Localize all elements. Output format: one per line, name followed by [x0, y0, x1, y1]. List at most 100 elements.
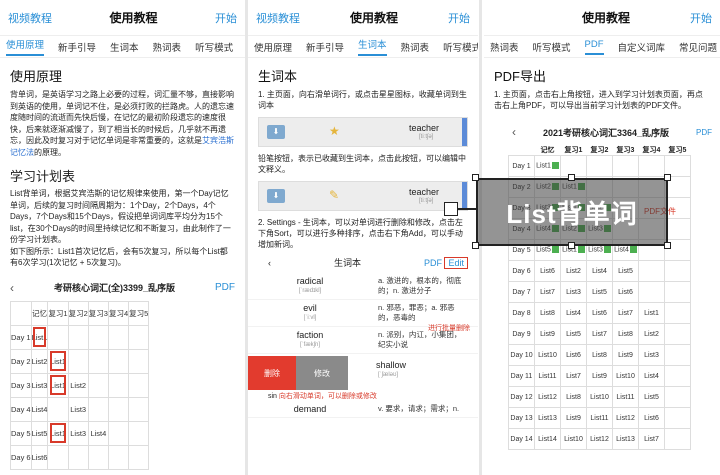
table-cell[interactable]: List10: [586, 386, 613, 408]
table-cell[interactable]: Day 11: [508, 365, 535, 387]
table-cell[interactable]: Day 12: [508, 386, 535, 408]
star-icon[interactable]: ★: [329, 124, 343, 138]
tab-principle[interactable]: 使用原理: [254, 40, 292, 54]
pdf-button[interactable]: PDF: [696, 128, 712, 137]
table-cell[interactable]: List4: [638, 365, 665, 387]
tab-pdf[interactable]: PDF: [584, 39, 604, 55]
tab-guide[interactable]: 新手引导: [306, 40, 344, 54]
tab-guide[interactable]: 新手引导: [58, 40, 96, 54]
table-cell[interactable]: List7: [586, 323, 613, 345]
table-cell[interactable]: List10: [560, 428, 587, 450]
table-cell[interactable]: List13: [534, 407, 561, 429]
table-cell[interactable]: List1: [534, 155, 561, 177]
table-cell[interactable]: List4: [586, 260, 613, 282]
table-cell[interactable]: List12: [586, 428, 613, 450]
tab-known-words[interactable]: 熟词表: [490, 40, 519, 54]
table-cell[interactable]: List12: [612, 407, 639, 429]
start-button[interactable]: 开始: [690, 10, 712, 26]
list-item[interactable]: radical [ˈrædɪkl] a. 激进的，根本的，彻底的；n. 激进分子: [248, 273, 478, 300]
pdf-button[interactable]: PDF: [424, 258, 442, 268]
resize-handle[interactable]: [568, 174, 575, 181]
tab-dictation[interactable]: 听写模式: [533, 40, 571, 54]
table-cell[interactable]: List2: [67, 372, 89, 398]
table-cell[interactable]: List1: [47, 372, 69, 398]
table-cell[interactable]: List6: [30, 444, 49, 470]
table-cell[interactable]: List4: [30, 396, 49, 422]
table-cell[interactable]: List2: [638, 323, 665, 345]
table-cell[interactable]: List5: [612, 260, 639, 282]
table-cell[interactable]: List11: [534, 365, 561, 387]
table-cell[interactable]: List5: [638, 386, 665, 408]
tab-new-words[interactable]: 生词本: [110, 40, 139, 54]
table-cell[interactable]: List9: [534, 323, 561, 345]
table-cell[interactable]: List10: [612, 365, 639, 387]
tab-principle[interactable]: 使用原理: [6, 37, 45, 56]
table-cell[interactable]: List8: [612, 323, 639, 345]
table-cell[interactable]: Day 7: [508, 281, 535, 303]
table-cell[interactable]: Day 10: [508, 344, 535, 366]
back-icon[interactable]: ‹: [268, 258, 271, 268]
resize-handle[interactable]: [472, 242, 479, 249]
resize-handle[interactable]: [664, 174, 671, 181]
table-cell[interactable]: Day 6: [10, 444, 32, 470]
table-cell[interactable]: List3: [560, 281, 587, 303]
table-cell[interactable]: List11: [612, 386, 639, 408]
table-cell[interactable]: List7: [638, 428, 665, 450]
selection-overlay[interactable]: List背单词: [476, 178, 668, 246]
table-cell[interactable]: List5: [586, 281, 613, 303]
tab-dictation[interactable]: 听写模式: [443, 40, 478, 54]
table-cell[interactable]: List3: [67, 420, 89, 446]
table-cell[interactable]: List1: [47, 348, 69, 374]
table-cell[interactable]: List8: [560, 386, 587, 408]
table-cell[interactable]: List6: [534, 260, 561, 282]
table-cell[interactable]: List7: [612, 302, 639, 324]
tab-known-words[interactable]: 熟词表: [153, 40, 182, 54]
back-icon[interactable]: ‹: [512, 125, 516, 139]
resize-handle[interactable]: [568, 242, 575, 249]
table-cell[interactable]: List6: [560, 344, 587, 366]
pencil-icon[interactable]: ✎: [329, 188, 343, 202]
table-cell[interactable]: Day 5: [10, 420, 32, 446]
tab-new-words[interactable]: 生词本: [358, 37, 387, 56]
selection-anchor[interactable]: [444, 202, 458, 216]
table-cell[interactable]: List6: [638, 407, 665, 429]
table-cell[interactable]: Day 4: [10, 396, 32, 422]
resize-handle[interactable]: [472, 174, 479, 181]
table-cell[interactable]: List14: [534, 428, 561, 450]
table-cell[interactable]: List12: [534, 386, 561, 408]
resize-handle[interactable]: [664, 242, 671, 249]
table-cell[interactable]: List7: [560, 365, 587, 387]
tab-dictation[interactable]: 听写模式: [195, 40, 233, 54]
table-cell[interactable]: List2: [30, 348, 49, 374]
table-cell[interactable]: List11: [586, 407, 613, 429]
table-cell[interactable]: List9: [586, 365, 613, 387]
video-tutorial-link[interactable]: 视频教程: [256, 10, 300, 26]
table-cell[interactable]: List8: [534, 302, 561, 324]
table-cell[interactable]: List4: [87, 420, 109, 446]
table-cell[interactable]: Day 2: [10, 348, 32, 374]
tab-known-words[interactable]: 熟词表: [401, 40, 430, 54]
table-cell[interactable]: Day 8: [508, 302, 535, 324]
start-button[interactable]: 开始: [215, 10, 237, 26]
list-item[interactable]: demand v. 要求，请求；需求；n.: [248, 401, 478, 418]
table-cell[interactable]: List10: [534, 344, 561, 366]
modify-button[interactable]: 修改: [296, 356, 348, 390]
table-cell[interactable]: List3: [30, 372, 49, 398]
table-cell[interactable]: List5: [560, 323, 587, 345]
table-cell[interactable]: Day 14: [508, 428, 535, 450]
delete-button[interactable]: 删除: [248, 356, 296, 390]
start-button[interactable]: 开始: [448, 10, 470, 26]
table-cell[interactable]: List1: [638, 302, 665, 324]
tab-custom-library[interactable]: 自定义词库: [618, 40, 666, 54]
table-cell[interactable]: List3: [638, 344, 665, 366]
table-cell[interactable]: Day 1: [508, 155, 535, 177]
table-cell[interactable]: Day 6: [508, 260, 535, 282]
table-cell[interactable]: Day 1: [10, 324, 32, 350]
table-cell[interactable]: List1: [30, 324, 49, 350]
tab-faq[interactable]: 常见问题: [679, 40, 717, 54]
table-cell[interactable]: Day 3: [10, 372, 32, 398]
table-cell[interactable]: List13: [612, 428, 639, 450]
table-cell[interactable]: List1: [47, 420, 69, 446]
table-cell[interactable]: List2: [560, 260, 587, 282]
table-cell[interactable]: List9: [612, 344, 639, 366]
